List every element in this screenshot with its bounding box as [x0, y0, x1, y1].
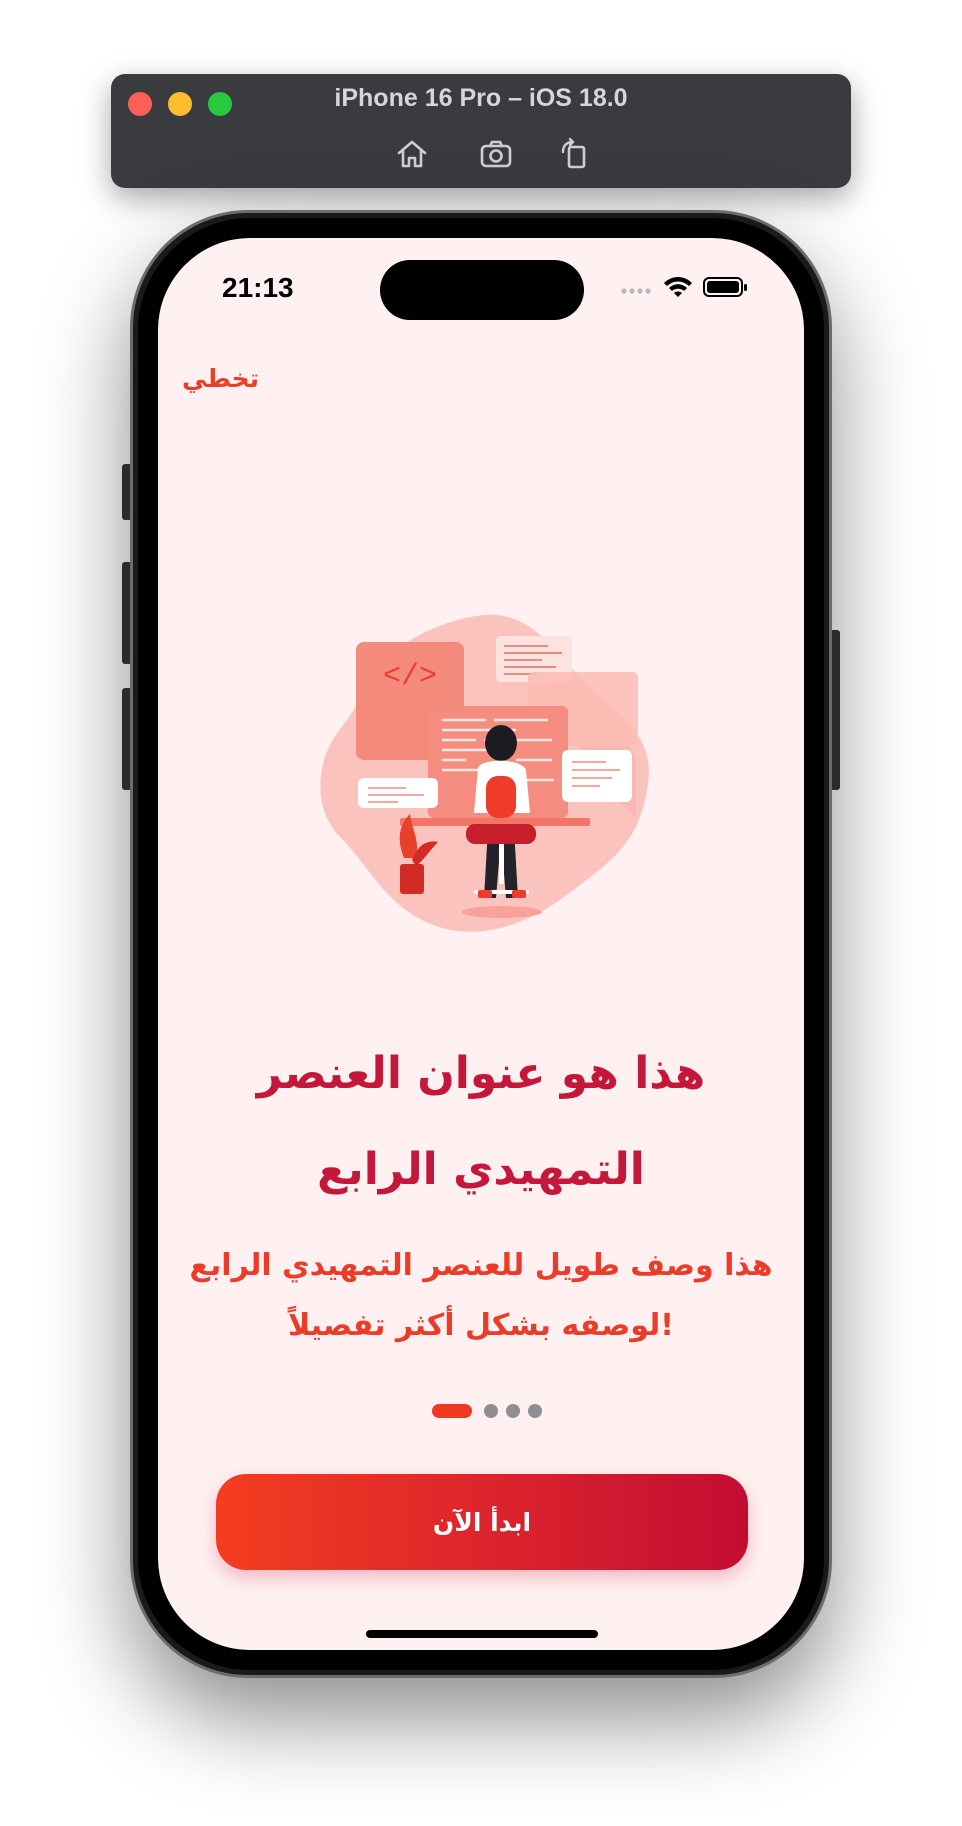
wifi-icon: [664, 277, 692, 297]
page-dot-3[interactable]: [506, 1404, 520, 1418]
start-button[interactable]: ابدأ الآن: [216, 1474, 748, 1570]
page-indicator[interactable]: [432, 1402, 562, 1420]
home-indicator[interactable]: [366, 1630, 598, 1638]
status-time: 21:13: [222, 272, 294, 303]
simulator-title: iPhone 16 Pro – iOS 18.0: [334, 84, 628, 112]
onboarding-title: هذا هو عنوان العنصر التمهيدي الرابع: [256, 1048, 706, 1195]
status-icons: [621, 277, 747, 297]
developer-illustration: </>: [320, 614, 649, 932]
code-symbol: </>: [383, 660, 437, 694]
signal-icon: [621, 288, 651, 294]
battery-icon: [703, 277, 747, 297]
page-dot-1[interactable]: [432, 1404, 472, 1418]
skip-button[interactable]: تخطي: [182, 364, 259, 393]
page-dot-2[interactable]: [484, 1404, 498, 1418]
rotate-icon[interactable]: [554, 134, 594, 174]
page-dot-4[interactable]: [528, 1404, 542, 1418]
home-icon[interactable]: [392, 134, 432, 174]
onboarding-description: هذا وصف طويل للعنصر التمهيدي الرابع لوصف…: [189, 1248, 773, 1343]
dynamic-island: [380, 260, 584, 320]
screenshot-icon[interactable]: [476, 134, 516, 174]
phone-screen: 21:13 تخطي </> هذا هو عنوان العنصر التمه…: [158, 238, 804, 1650]
